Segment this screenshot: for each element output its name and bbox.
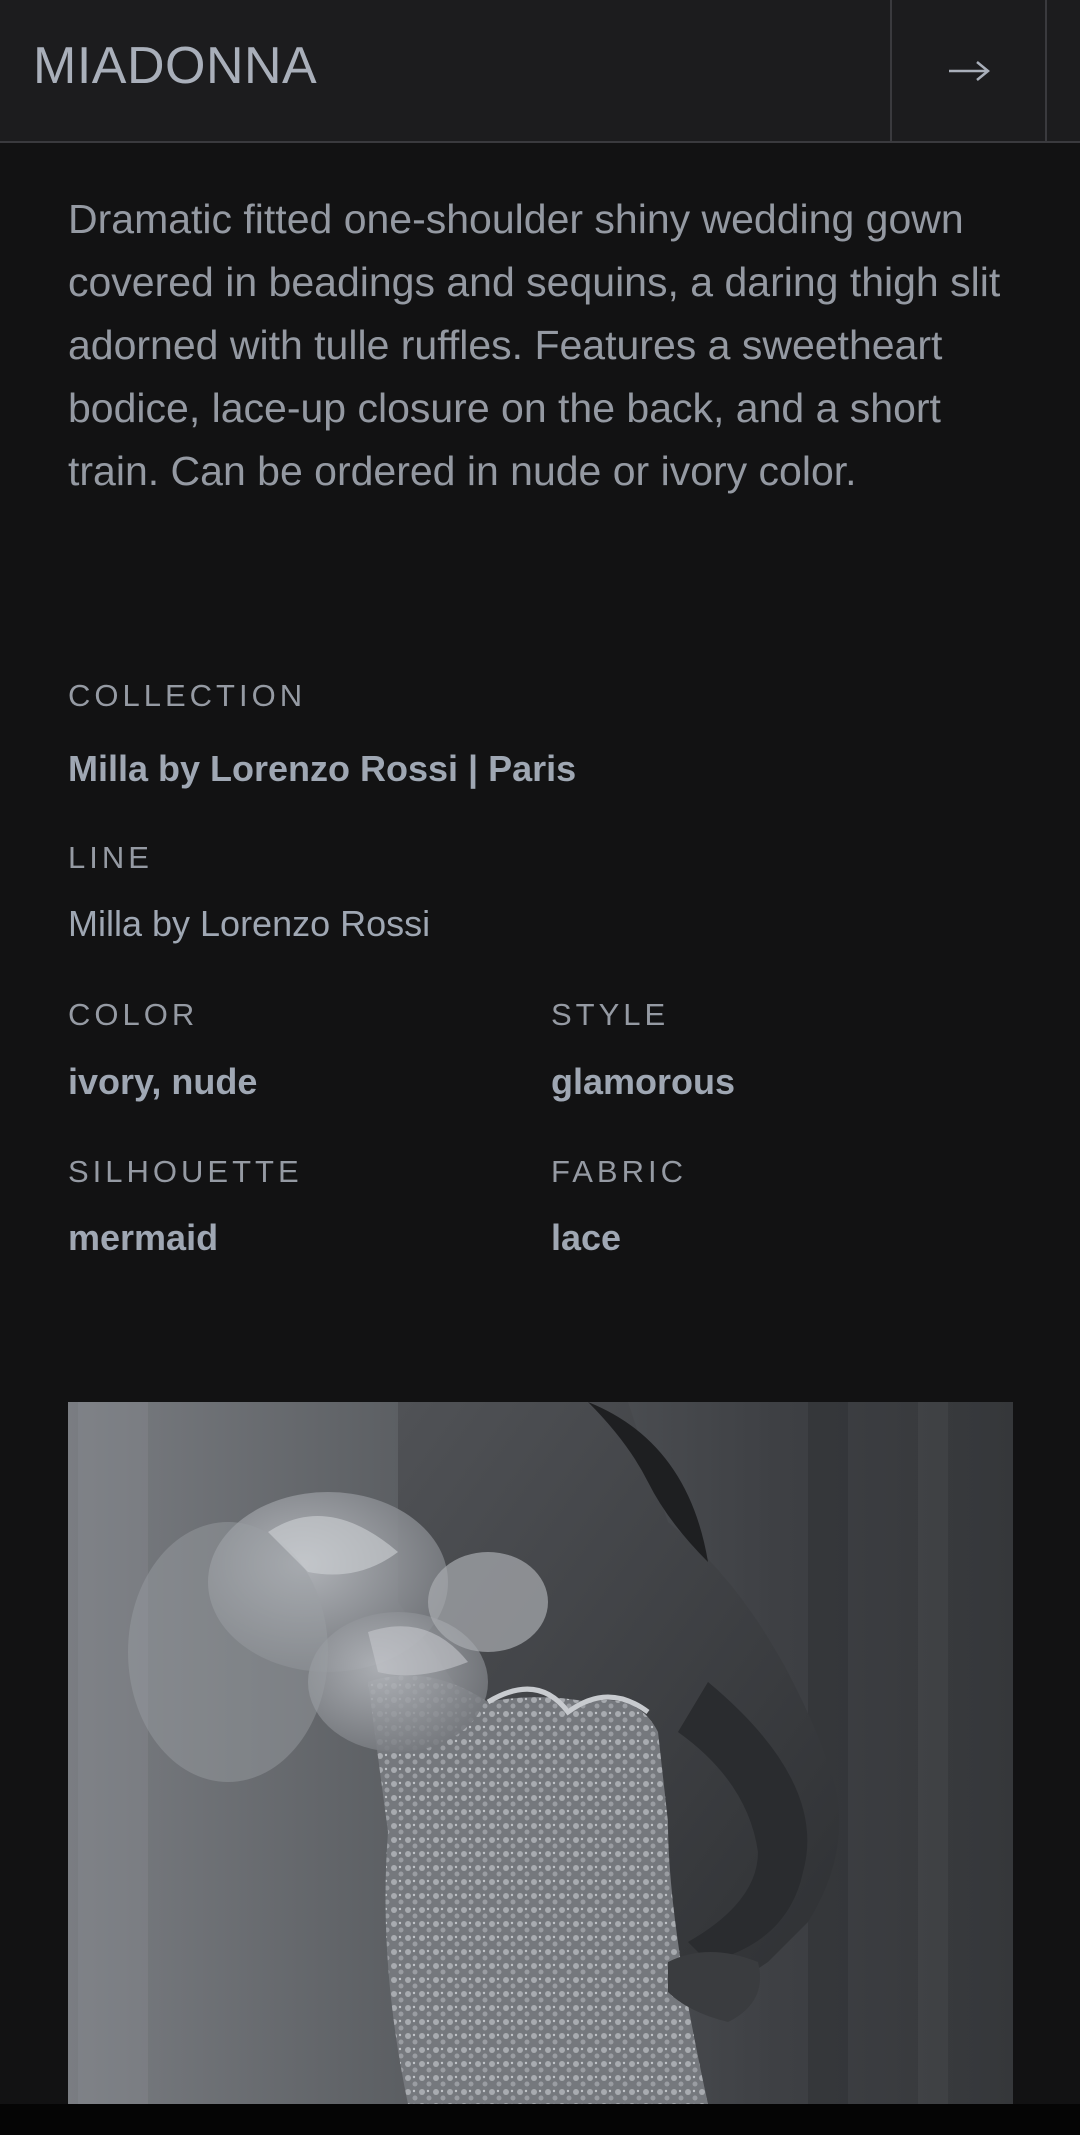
color-value: ivory, nude [68,1061,258,1102]
collection-label: COLLECTION [68,678,307,713]
fabric-label: FABRIC [551,1154,687,1189]
silhouette-label: SILHOUETTE [68,1154,303,1189]
line-value[interactable]: Milla by Lorenzo Rossi [68,902,430,946]
wedding-gown-image [68,1402,1013,2104]
style-label: STYLE [551,997,670,1032]
arrow-right-icon [948,60,990,81]
product-photo[interactable] [68,1402,1013,2104]
silhouette-value: mermaid [68,1217,219,1258]
product-description: Dramatic fitted one-shoulder shiny weddi… [68,196,1001,494]
fabric-value: lace [551,1217,622,1258]
header-divider [1045,0,1047,141]
color-label: COLOR [68,997,199,1032]
next-button[interactable] [892,0,1045,141]
site-header: MIADONNA [0,0,1080,143]
collection-value[interactable]: Milla by Lorenzo Rossi | Paris [68,747,576,791]
brand-logo[interactable]: MIADONNA [33,34,317,98]
bottom-bar [0,2104,1080,2135]
line-label: LINE [68,840,153,875]
style-value: glamorous [551,1061,736,1102]
